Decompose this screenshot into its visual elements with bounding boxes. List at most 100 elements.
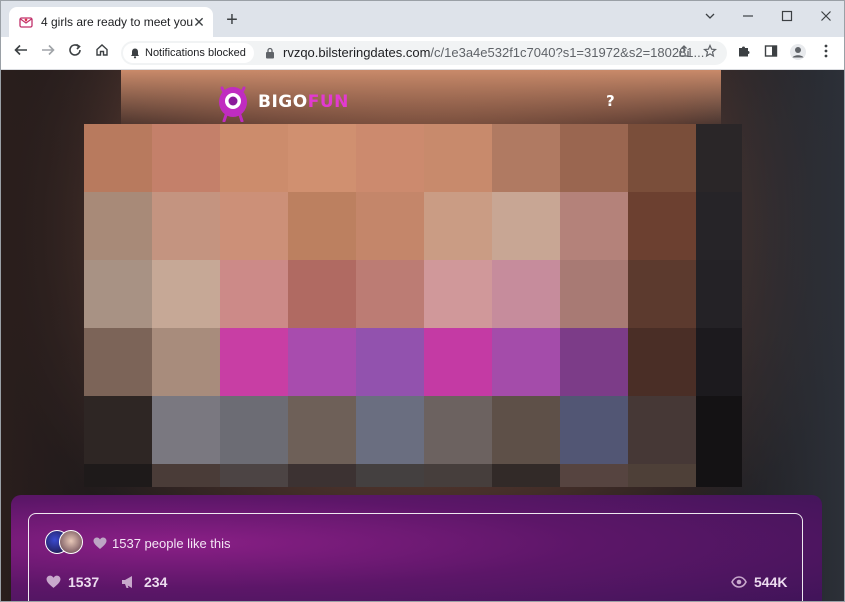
- shares-count: 234: [144, 574, 168, 590]
- mosaic-tile: [84, 260, 152, 328]
- mosaic-tile: [696, 396, 742, 464]
- mosaic-tile: [424, 396, 492, 464]
- maximize-icon[interactable]: [778, 8, 796, 26]
- mosaic-tile: [628, 328, 696, 396]
- mosaic-tile: [288, 328, 356, 396]
- back-arrow-icon[interactable]: [11, 43, 31, 63]
- envelope-heart-icon: [19, 17, 33, 28]
- heart-icon: [93, 537, 107, 549]
- mosaic-tile: [560, 328, 628, 396]
- tab-close-icon[interactable]: ✕: [191, 14, 207, 30]
- share-icon[interactable]: [675, 44, 693, 62]
- mosaic-tile: [152, 260, 220, 328]
- mosaic-tile: [424, 192, 492, 260]
- mosaic-tile: [152, 192, 220, 260]
- site-logo[interactable]: BIGOFUN: [216, 81, 349, 123]
- mosaic-tile: [696, 328, 742, 396]
- plus-icon[interactable]: +: [223, 10, 241, 30]
- kebab-menu-icon[interactable]: [816, 43, 836, 63]
- mosaic-tile: [152, 124, 220, 192]
- page-content: BIGOFUN ? 1537 people like this 1537 234…: [1, 70, 844, 601]
- profile-avatar-icon[interactable]: [788, 43, 808, 63]
- tab-title: 4 girls are ready to meet you: [41, 15, 194, 29]
- pixelated-video-preview[interactable]: [84, 124, 742, 487]
- mosaic-tile: [492, 192, 560, 260]
- tab-strip: 4 girls are ready to meet you ✕ +: [1, 1, 844, 37]
- likes-summary-text: 1537 people like this: [112, 536, 231, 551]
- like-button[interactable]: 1537: [46, 574, 99, 590]
- mosaic-tile: [152, 464, 220, 487]
- mosaic-tile: [288, 396, 356, 464]
- side-panel-icon[interactable]: [761, 43, 781, 63]
- heart-icon: [46, 575, 61, 588]
- help-button[interactable]: ?: [606, 92, 615, 110]
- minimize-icon[interactable]: [739, 8, 757, 26]
- share-button[interactable]: 234: [121, 574, 167, 590]
- mosaic-tile: [288, 124, 356, 192]
- mosaic-tile: [424, 464, 492, 487]
- mosaic-tile: [220, 396, 288, 464]
- mosaic-tile: [152, 328, 220, 396]
- mosaic-tile: [628, 396, 696, 464]
- engagement-card: 1537 people like this 1537 234 544K: [11, 495, 822, 601]
- logo-text-bigo: BIGO: [258, 92, 308, 112]
- address-bar[interactable]: Notifications blocked rvzqo.bilsteringda…: [121, 41, 727, 65]
- mosaic-tile: [288, 464, 356, 487]
- mosaic-tile: [356, 260, 424, 328]
- mosaic-tile: [220, 464, 288, 487]
- mosaic-tile: [356, 192, 424, 260]
- mosaic-tile: [220, 192, 288, 260]
- lock-icon[interactable]: [265, 47, 275, 59]
- mosaic-tile: [424, 260, 492, 328]
- url-path: /c/1e3a4e532f1c7040?s1=31972&s2=180281..…: [430, 45, 705, 60]
- browser-window: 4 girls are ready to meet you ✕ + Notifi…: [0, 0, 845, 602]
- likes-count: 1537: [68, 574, 100, 590]
- bookmark-star-icon[interactable]: [701, 43, 719, 62]
- views-count: 544K: [754, 574, 788, 590]
- browser-toolbar: Notifications blocked rvzqo.bilsteringda…: [1, 37, 844, 70]
- likes-summary: 1537 people like this: [93, 536, 231, 551]
- forward-arrow-icon[interactable]: [38, 43, 58, 63]
- mosaic-tile: [560, 260, 628, 328]
- mosaic-tile: [424, 328, 492, 396]
- mosaic-tile: [220, 328, 288, 396]
- mosaic-tile: [696, 464, 742, 487]
- notifications-blocked-chip[interactable]: Notifications blocked: [123, 43, 254, 63]
- chevron-down-icon[interactable]: [701, 8, 719, 26]
- extensions-puzzle-icon[interactable]: [734, 43, 754, 63]
- mosaic-tile: [84, 396, 152, 464]
- mosaic-tile: [696, 192, 742, 260]
- bell-icon: [131, 48, 139, 59]
- logo-text-fun: FUN: [307, 92, 349, 112]
- mosaic-tile: [560, 396, 628, 464]
- mosaic-tile: [152, 396, 220, 464]
- url-host: rvzqo.bilsteringdates.com: [283, 45, 431, 60]
- views-stat: 544K: [731, 574, 787, 590]
- mosaic-tile: [492, 396, 560, 464]
- home-icon[interactable]: [92, 43, 112, 63]
- mosaic-tile: [560, 192, 628, 260]
- mosaic-tile: [84, 464, 152, 487]
- mosaic-tile: [84, 124, 152, 192]
- mosaic-tile: [492, 260, 560, 328]
- mosaic-tile: [356, 124, 424, 192]
- mosaic-tile: [84, 192, 152, 260]
- avatar: [59, 530, 83, 554]
- tab-active[interactable]: 4 girls are ready to meet you ✕: [9, 7, 213, 37]
- avatar-group: [45, 530, 85, 556]
- mosaic-tile: [220, 124, 288, 192]
- url-text[interactable]: rvzqo.bilsteringdates.com/c/1e3a4e532f1c…: [283, 45, 704, 60]
- mosaic-tile: [628, 464, 696, 487]
- mosaic-tile: [288, 260, 356, 328]
- eye-icon: [731, 576, 747, 588]
- reload-icon[interactable]: [65, 43, 85, 63]
- mosaic-tile: [560, 464, 628, 487]
- mosaic-tile: [220, 260, 288, 328]
- background-glow: [121, 70, 721, 130]
- mosaic-tile: [628, 124, 696, 192]
- mosaic-tile: [288, 192, 356, 260]
- mosaic-tile: [628, 260, 696, 328]
- mosaic-tile: [492, 464, 560, 487]
- engagement-card-frame: 1537 people like this 1537 234 544K: [28, 513, 803, 601]
- close-icon[interactable]: [817, 8, 835, 26]
